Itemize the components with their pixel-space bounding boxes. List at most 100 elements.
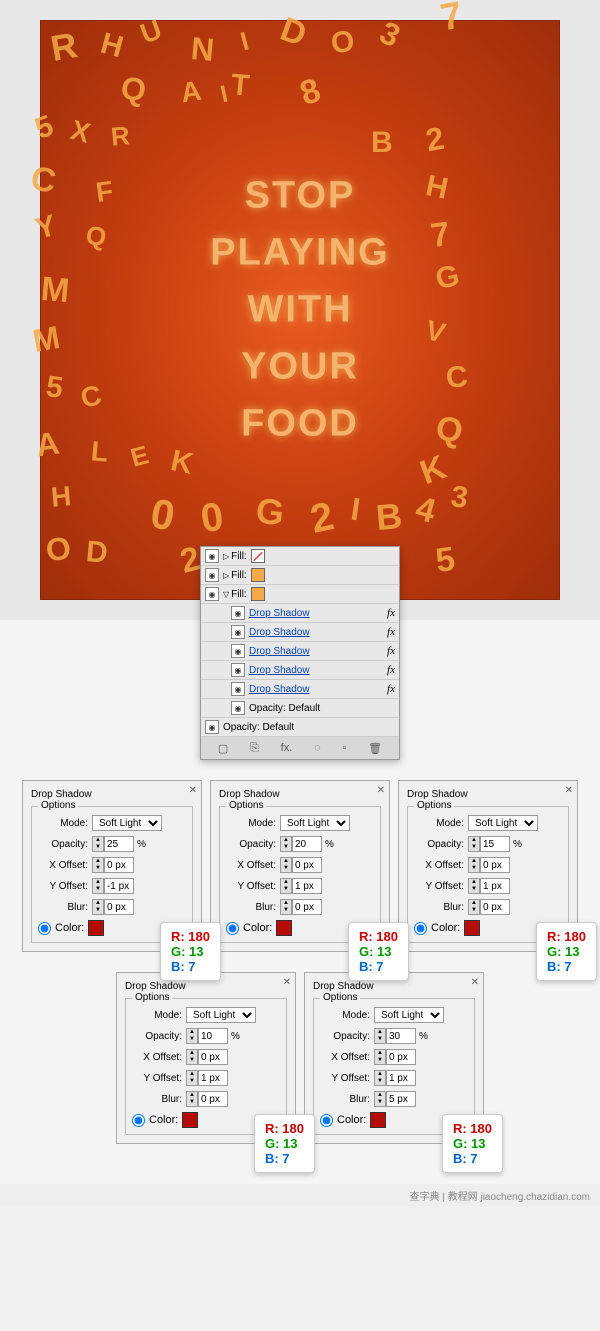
effect-row[interactable]: Drop Shadowfx (201, 661, 399, 680)
disclosure-icon[interactable]: ▷ (223, 552, 229, 561)
spinner-buttons[interactable]: ▲▼ (92, 899, 104, 915)
spinner-buttons[interactable]: ▲▼ (468, 857, 480, 873)
visibility-icon[interactable] (231, 625, 245, 639)
close-icon[interactable]: ✕ (189, 785, 197, 796)
yoffset-input[interactable] (480, 878, 510, 894)
disclosure-open-icon[interactable]: ▽ (223, 590, 229, 599)
effect-link[interactable]: Drop Shadow (249, 608, 387, 619)
xoffset-input[interactable] (104, 857, 134, 873)
effect-link[interactable]: Drop Shadow (249, 646, 387, 657)
color-radio[interactable] (414, 922, 427, 935)
xoffset-input[interactable] (292, 857, 322, 873)
color-radio[interactable] (38, 922, 51, 935)
visibility-icon[interactable] (205, 720, 219, 734)
effect-link[interactable]: Drop Shadow (249, 627, 387, 638)
visibility-icon[interactable] (205, 549, 219, 563)
visibility-icon[interactable] (231, 701, 245, 715)
opacity-row[interactable]: Opacity: Default (201, 699, 399, 718)
spinner-buttons[interactable]: ▲▼ (92, 836, 104, 852)
fill-row-1[interactable]: ▷ Fill: (201, 547, 399, 566)
spinner-buttons[interactable]: ▲▼ (468, 899, 480, 915)
spinner-buttons[interactable]: ▲▼ (186, 1028, 198, 1044)
yoffset-input[interactable] (292, 878, 322, 894)
blur-input[interactable] (480, 899, 510, 915)
opacity-row-outer[interactable]: Opacity: Default (201, 718, 399, 737)
visibility-icon[interactable] (231, 644, 245, 658)
spinner-buttons[interactable]: ▲▼ (374, 1070, 386, 1086)
yoffset-input[interactable] (198, 1070, 228, 1086)
close-icon[interactable]: ✕ (377, 785, 385, 796)
opacity-input[interactable] (104, 836, 134, 852)
spinner-buttons[interactable]: ▲▼ (374, 1028, 386, 1044)
close-icon[interactable]: ✕ (283, 977, 291, 988)
close-icon[interactable]: ✕ (565, 785, 573, 796)
visibility-icon[interactable] (231, 606, 245, 620)
visibility-icon[interactable] (231, 663, 245, 677)
spinner-buttons[interactable]: ▲▼ (280, 899, 292, 915)
new-icon[interactable]: ▢ (218, 742, 228, 755)
yoffset-input[interactable] (386, 1070, 416, 1086)
new-layer-icon[interactable]: ▫ (342, 742, 346, 754)
fill-row-2[interactable]: ▷ Fill: (201, 566, 399, 585)
spinner-buttons[interactable]: ▲▼ (280, 878, 292, 894)
effect-row[interactable]: Drop Shadowfx (201, 680, 399, 699)
effect-link[interactable]: Drop Shadow (249, 684, 387, 695)
spinner-buttons[interactable]: ▲▼ (186, 1049, 198, 1065)
mode-select[interactable]: Soft Light (92, 815, 162, 831)
blur-input[interactable] (104, 899, 134, 915)
opacity-input[interactable] (480, 836, 510, 852)
scatter-letter: R (110, 120, 131, 153)
spinner-buttons[interactable]: ▲▼ (374, 1091, 386, 1107)
effect-row[interactable]: Drop Shadowfx (201, 623, 399, 642)
color-swatch[interactable] (464, 920, 480, 936)
spinner-buttons[interactable]: ▲▼ (280, 836, 292, 852)
fill-swatch[interactable] (251, 587, 265, 601)
effect-row[interactable]: Drop Shadowfx (201, 642, 399, 661)
opacity-input[interactable] (198, 1028, 228, 1044)
effect-row[interactable]: Drop Shadowfx (201, 604, 399, 623)
appearance-panel[interactable]: ▷ Fill: ▷ Fill: ▽ Fill: Drop Shadowfx Dr… (200, 546, 400, 760)
spinner-buttons[interactable]: ▲▼ (468, 836, 480, 852)
spinner-buttons[interactable]: ▲▼ (92, 857, 104, 873)
spinner-buttons[interactable]: ▲▼ (186, 1091, 198, 1107)
spinner-buttons[interactable]: ▲▼ (186, 1070, 198, 1086)
xoffset-input[interactable] (386, 1049, 416, 1065)
xoffset-input[interactable] (198, 1049, 228, 1065)
blur-input[interactable] (386, 1091, 416, 1107)
spinner-buttons[interactable]: ▲▼ (280, 857, 292, 873)
close-icon[interactable]: ✕ (471, 977, 479, 988)
xoffset-input[interactable] (480, 857, 510, 873)
disclosure-icon[interactable]: ▷ (223, 571, 229, 580)
spinner-buttons[interactable]: ▲▼ (374, 1049, 386, 1065)
mode-select[interactable]: Soft Light (468, 815, 538, 831)
color-radio[interactable] (132, 1114, 145, 1127)
spinner-buttons[interactable]: ▲▼ (92, 878, 104, 894)
clear-icon[interactable]: ◌ (314, 742, 321, 754)
mode-select[interactable]: Soft Light (280, 815, 350, 831)
effect-link[interactable]: Drop Shadow (249, 665, 387, 676)
color-swatch[interactable] (370, 1112, 386, 1128)
visibility-icon[interactable] (205, 587, 219, 601)
visibility-icon[interactable] (231, 682, 245, 696)
color-label: Color: (337, 1114, 366, 1126)
fx-menu-icon[interactable]: fx. (281, 742, 293, 754)
duplicate-icon[interactable]: ⎘ (250, 742, 259, 755)
opacity-input[interactable] (386, 1028, 416, 1044)
color-radio[interactable] (226, 922, 239, 935)
spinner-buttons[interactable]: ▲▼ (468, 878, 480, 894)
blur-input[interactable] (292, 899, 322, 915)
opacity-input[interactable] (292, 836, 322, 852)
trash-icon[interactable]: 🗑 (368, 742, 382, 755)
color-radio[interactable] (320, 1114, 333, 1127)
fill-row-3[interactable]: ▽ Fill: (201, 585, 399, 604)
visibility-icon[interactable] (205, 568, 219, 582)
color-swatch[interactable] (182, 1112, 198, 1128)
color-swatch[interactable] (276, 920, 292, 936)
fill-swatch[interactable] (251, 568, 265, 582)
yoffset-input[interactable] (104, 878, 134, 894)
mode-select[interactable]: Soft Light (186, 1007, 256, 1023)
mode-select[interactable]: Soft Light (374, 1007, 444, 1023)
fill-swatch-none[interactable] (251, 549, 265, 563)
color-swatch[interactable] (88, 920, 104, 936)
blur-input[interactable] (198, 1091, 228, 1107)
